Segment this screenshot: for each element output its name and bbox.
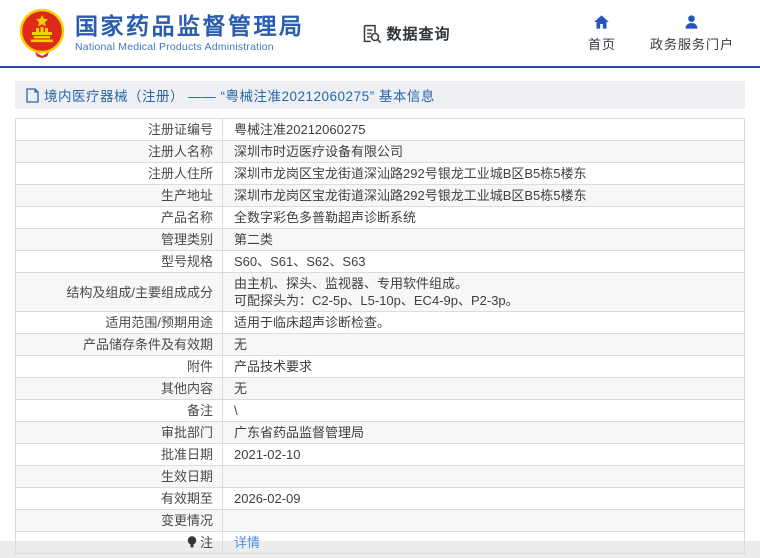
table-row: 适用范围/预期用途 适用于临床超声诊断检查。 [16,311,744,333]
row-value: 广东省药品监督管理局 [234,425,365,440]
row-label: 注册人名称 [147,144,213,159]
table-row: 备注 \ [16,399,744,421]
row-label: 备注 [186,403,213,418]
brand: 国家药品监督管理局 National Medical Products Admi… [18,8,305,58]
row-value [223,466,744,487]
nav-home-label: 首页 [587,36,616,52]
row-label: 变更情况 [160,513,213,528]
row-label: 注册证编号 [147,122,213,137]
row-value: 无 [234,337,248,352]
table-row: 产品名称 全数字彩色多普勒超声诊断系统 [16,206,744,228]
row-value: 产品技术要求 [234,359,313,374]
row-label: 注 [199,535,213,550]
row-value: 粤械注准20212060275 [234,122,366,137]
row-label: 注册人住所 [147,166,213,181]
row-label: 适用范围/预期用途 [105,315,213,330]
row-value: 无 [234,381,248,396]
table-row: 管理类别 第二类 [16,228,744,250]
org-name-en: National Medical Products Administration [75,41,274,53]
row-value: 深圳市时迈医疗设备有限公司 [234,144,404,159]
row-label: 管理类别 [160,232,213,247]
row-label: 附件 [186,359,213,374]
row-value: 第二类 [234,232,274,247]
table-row: 结构及组成/主要组成成分 由主机、探头、监视器、专用软件组成。 可配探头为：C2… [16,272,744,311]
row-label: 生产地址 [160,188,213,203]
row-value[interactable]: 详情 [223,532,744,553]
row-label: 有效期至 [160,491,213,506]
row-label: 型号规格 [160,254,213,269]
row-value: 全数字彩色多普勒超声诊断系统 [234,210,417,225]
row-value: 深圳市龙岗区宝龙街道深汕路292号银龙工业城B区B5栋5楼东 [234,166,587,181]
row-label: 生效日期 [160,469,213,484]
org-name-cn: 国家药品监督管理局 [75,13,305,39]
table-row: 生效日期 [16,465,744,487]
row-value: 深圳市龙岗区宝龙街道深汕路292号银龙工业城B区B5栋5楼东 [234,188,587,203]
page: 国家药品监督管理局 National Medical Products Admi… [0,0,760,554]
table-row: 生产地址 深圳市龙岗区宝龙街道深汕路292号银龙工业城B区B5栋5楼东 [16,184,744,206]
table-row: 批准日期 2021-02-10 [16,443,744,465]
nav-home[interactable]: 首页 [588,14,616,53]
breadcrumb: 境内医疗器械（注册） —— “粤械注准20212060275” 基本信息 [15,81,745,109]
table-row: 型号规格 S60、S61、S62、S63 [16,250,744,272]
bulb-icon [187,536,197,549]
nav-gov-portal[interactable]: 政务服务门户 [650,14,734,53]
row-label: 审批部门 [160,425,213,440]
document-search-icon [363,24,381,43]
row-value: 由主机、探头、监视器、专用软件组成。 可配探头为：C2-5p、L5-10p、EC… [234,276,519,308]
table-row: 有效期至 2026-02-09 [16,487,744,509]
row-value: 2026-02-09 [234,491,301,506]
table-row: 注册证编号 粤械注准20212060275 [16,119,744,140]
table-row: 其他内容 无 [16,377,744,399]
page-title: 境内医疗器械（注册） —— “粤械注准20212060275” 基本信息 [44,89,435,104]
brand-text: 国家药品监督管理局 National Medical Products Admi… [75,13,305,53]
table-row: 产品储存条件及有效期 无 [16,333,744,355]
row-value: S60、S61、S62、S63 [234,254,366,269]
row-value: 适用于临床超声诊断检查。 [234,315,391,330]
table-row: 注册人名称 深圳市时迈医疗设备有限公司 [16,140,744,162]
row-value: \ [234,403,238,418]
user-icon [685,14,698,29]
row-label: 结构及组成/主要组成成分 [66,284,213,300]
table-row: 附件 产品技术要求 [16,355,744,377]
data-query-tab[interactable]: 数据查询 [361,23,451,44]
row-label: 产品名称 [160,210,213,225]
site-header: 国家药品监督管理局 National Medical Products Admi… [0,0,760,68]
top-nav: 首页 政务服务门户 [588,14,734,53]
row-label: 产品储存条件及有效期 [82,337,213,352]
data-query-label: 数据查询 [386,25,451,43]
nav-gov-portal-label: 政务服务门户 [649,36,734,52]
table-row: 变更情况 [16,509,744,531]
table-row: 注 详情 [16,531,744,553]
row-value: 2021-02-10 [234,447,301,462]
document-icon [26,87,39,103]
info-table: 注册证编号 粤械注准20212060275 注册人名称 深圳市时迈医疗设备有限公… [15,118,745,554]
table-row: 审批部门 广东省药品监督管理局 [16,421,744,443]
national-emblem-icon [19,8,65,58]
row-label: 其他内容 [160,381,213,396]
row-label: 批准日期 [160,447,213,462]
row-value [223,510,744,531]
table-row: 注册人住所 深圳市龙岗区宝龙街道深汕路292号银龙工业城B区B5栋5楼东 [16,162,744,184]
home-icon [594,14,610,29]
